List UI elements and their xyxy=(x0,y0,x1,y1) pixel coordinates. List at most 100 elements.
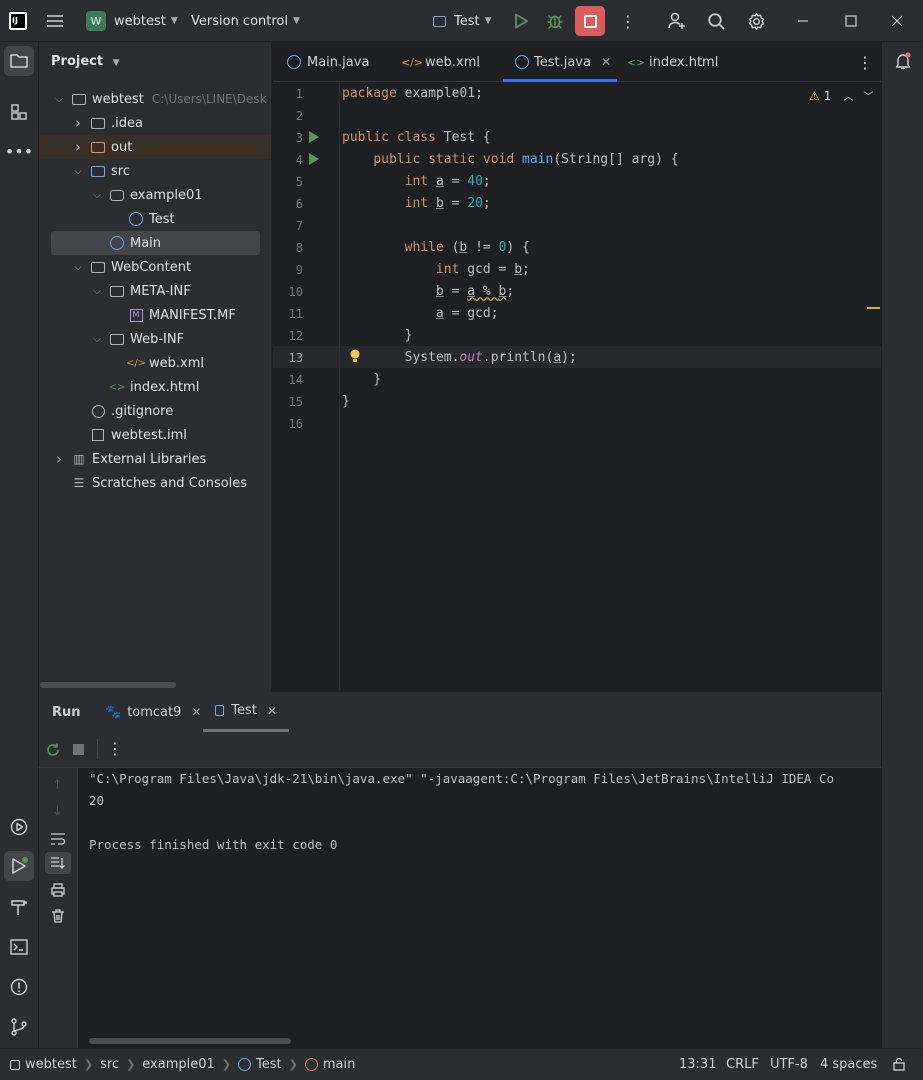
tree-item-web-xml[interactable]: </> web.xml xyxy=(39,351,271,375)
close-window-button[interactable] xyxy=(891,0,903,42)
app-logo-icon[interactable]: IJ xyxy=(9,12,27,30)
notifications-button[interactable] xyxy=(888,46,918,76)
navigation-breadcrumb: webtest ❯ src ❯ example01 ❯ Test ❯ main xyxy=(10,1057,355,1072)
breadcrumb-project[interactable]: webtest xyxy=(25,1057,77,1072)
chevron-down-icon[interactable]: ⌵ xyxy=(72,262,84,273)
tree-item-main[interactable]: Main xyxy=(51,231,260,255)
build-tool-button[interactable] xyxy=(4,892,34,922)
rerun-button[interactable] xyxy=(45,742,61,762)
caret-position[interactable]: 13:31 xyxy=(679,1057,716,1072)
close-tab-icon[interactable]: ✕ xyxy=(601,55,611,69)
tree-item-webcontent[interactable]: ⌵ WebContent xyxy=(39,255,271,279)
chevron-up-icon[interactable]: ︿ xyxy=(843,88,853,103)
close-tab-icon[interactable]: ✕ xyxy=(267,704,277,718)
terminal-tool-button[interactable] xyxy=(4,932,34,962)
chevron-down-icon[interactable]: ⌵ xyxy=(91,286,103,297)
tree-item-web-inf[interactable]: ⌵ Web-INF xyxy=(39,327,271,351)
chevron-down-icon[interactable]: ⌵ xyxy=(91,334,103,345)
file-encoding[interactable]: UTF-8 xyxy=(770,1057,808,1072)
services-tool-button[interactable] xyxy=(4,812,34,842)
search-button[interactable] xyxy=(707,0,726,42)
tree-item-out[interactable]: › out xyxy=(39,135,271,159)
minimize-button[interactable] xyxy=(797,0,809,42)
tree-item-test[interactable]: Test xyxy=(39,207,271,231)
maximize-button[interactable] xyxy=(845,0,857,42)
chevron-down-icon[interactable]: ⌵ xyxy=(72,166,84,177)
breadcrumb-package[interactable]: example01 xyxy=(142,1057,215,1072)
more-actions-button[interactable]: ⋮ xyxy=(620,0,636,42)
tree-item-index-html[interactable]: <> index.html xyxy=(39,375,271,399)
line-number: 5 xyxy=(295,175,303,189)
breadcrumb-class[interactable]: Test xyxy=(256,1057,282,1072)
tree-item-example01[interactable]: ⌵ example01 xyxy=(39,183,271,207)
more-tools-button[interactable]: ••• xyxy=(4,136,34,166)
close-tab-icon[interactable]: ✕ xyxy=(191,705,201,719)
project-switcher[interactable]: W webtest ▼ xyxy=(86,0,178,42)
code-editor[interactable]: 1 2 3 4 5 6 7 8 9 10 11 12 13 14 15 16 ⚠ 1 ︿ ﹀ package … xyxy=(273,82,881,690)
project-horizontal-scrollbar[interactable] xyxy=(40,682,176,688)
run-gutter-icon[interactable] xyxy=(309,131,319,143)
breadcrumb-method[interactable]: main xyxy=(323,1057,355,1072)
tree-item-webtest-iml[interactable]: webtest.iml xyxy=(39,423,271,447)
indent-setting[interactable]: 4 spaces xyxy=(820,1057,877,1072)
scroll-to-end-icon[interactable] xyxy=(45,852,71,874)
console-output[interactable]: "C:\Program Files\Java\jdk-21\bin\java.e… xyxy=(78,768,881,1048)
line-number: 2 xyxy=(295,109,303,123)
arrow-down-icon[interactable]: ↓ xyxy=(52,804,63,819)
folder-icon xyxy=(109,331,125,347)
vcs-menu[interactable]: Version control ▼ xyxy=(191,0,300,42)
tree-item-external-libraries[interactable]: › ▥ External Libraries xyxy=(39,447,271,471)
trash-icon[interactable] xyxy=(50,908,66,928)
settings-button[interactable] xyxy=(747,0,766,42)
tab-main-java[interactable]: Main.java xyxy=(286,42,369,82)
more-vertical-icon[interactable]: ⋮ xyxy=(107,739,123,758)
chevron-right-icon[interactable]: › xyxy=(72,138,84,156)
warning-stripe-marker[interactable] xyxy=(867,307,880,309)
git-tool-button[interactable] xyxy=(4,1012,34,1042)
project-badge: W xyxy=(86,11,106,31)
stop-button[interactable] xyxy=(575,0,605,42)
problems-tool-button[interactable] xyxy=(4,972,34,1002)
structure-tool-button[interactable] xyxy=(4,97,34,127)
chevron-right-icon[interactable]: › xyxy=(72,114,84,132)
chevron-down-icon[interactable]: ⌵ xyxy=(53,94,65,105)
project-tool-button[interactable] xyxy=(4,46,34,76)
tree-item-gitignore[interactable]: .gitignore xyxy=(39,399,271,423)
warning-icon: ⚠ xyxy=(809,88,820,103)
main-menu-button[interactable] xyxy=(46,0,64,42)
print-icon[interactable] xyxy=(50,882,66,902)
run-config-selector[interactable]: Test ▼ xyxy=(433,0,492,42)
lock-icon[interactable] xyxy=(892,1057,906,1075)
line-separator[interactable]: CRLF xyxy=(726,1057,759,1072)
breadcrumb-src[interactable]: src xyxy=(100,1057,119,1072)
tree-item-webtest[interactable]: ⌵ webtest C:\Users\LINE\Desk xyxy=(39,87,271,111)
tree-item-idea[interactable]: › .idea xyxy=(39,111,271,135)
tab-web-xml[interactable]: </> web.xml xyxy=(401,42,480,82)
debug-button[interactable] xyxy=(546,0,564,42)
arrow-up-icon[interactable]: ↑ xyxy=(52,778,63,793)
chevron-down-icon[interactable]: ⌵ xyxy=(91,190,103,201)
chevron-down-icon[interactable]: ﹀ xyxy=(863,88,873,103)
tab-index-html[interactable]: <> index.html xyxy=(627,42,719,82)
run-button[interactable] xyxy=(512,0,530,42)
tab-test-java[interactable]: Test.java ✕ xyxy=(503,42,617,82)
soft-wrap-icon[interactable] xyxy=(50,832,66,850)
code-with-me-button[interactable] xyxy=(667,0,687,42)
tab-options-button[interactable]: ⋮ xyxy=(857,42,873,82)
code-line-1: package example01; xyxy=(342,86,483,101)
console-horizontal-scrollbar[interactable] xyxy=(89,1038,291,1044)
more-vertical-icon: ⋮ xyxy=(620,11,636,31)
stop-icon[interactable] xyxy=(73,744,84,755)
run-tab-test[interactable]: Test ✕ xyxy=(203,692,289,732)
tree-item-manifest-mf[interactable]: M MANIFEST.MF xyxy=(39,303,271,327)
run-tool-button[interactable] xyxy=(4,851,34,881)
chevron-right-icon: ❯ xyxy=(221,1058,231,1071)
run-gutter-icon[interactable] xyxy=(309,153,319,165)
tree-item-src[interactable]: ⌵ src xyxy=(39,159,271,183)
project-panel-title[interactable]: Project ▼ xyxy=(51,54,120,69)
inspection-widget[interactable]: ⚠ 1 ︿ ﹀ xyxy=(809,88,873,104)
tree-item-meta-inf[interactable]: ⌵ META-INF xyxy=(39,279,271,303)
chevron-right-icon[interactable]: › xyxy=(53,450,65,468)
tree-item-scratches-and-consoles[interactable]: ☰ Scratches and Consoles xyxy=(39,471,271,495)
run-tab-tomcat9[interactable]: 🐾 tomcat9 ✕ xyxy=(105,692,201,732)
